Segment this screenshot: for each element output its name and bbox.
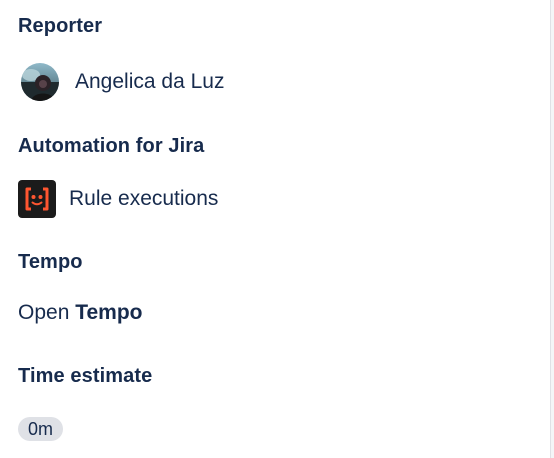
- reporter-user[interactable]: Angelica da Luz: [18, 63, 224, 101]
- time-estimate-heading: Time estimate: [18, 365, 153, 387]
- reporter-name: Angelica da Luz: [75, 70, 225, 93]
- tempo-heading: Tempo: [18, 251, 83, 273]
- open-tempo-prefix: Open: [18, 301, 70, 324]
- time-estimate-field[interactable]: 0m: [18, 417, 64, 441]
- rule-executions-label: Rule executions: [69, 187, 219, 210]
- panel-scrollbar[interactable]: [550, 0, 554, 458]
- time-estimate-value: 0m: [18, 417, 64, 441]
- open-tempo-app: Tempo: [75, 301, 143, 324]
- automation-brackets-icon: [18, 180, 56, 218]
- open-tempo-link[interactable]: Open Tempo: [18, 301, 143, 325]
- open-tempo-text: Open Tempo: [18, 301, 143, 325]
- reporter-heading: Reporter: [18, 15, 103, 37]
- reporter-avatar: [21, 63, 59, 101]
- automation-heading: Automation for Jira: [18, 135, 205, 157]
- rule-executions-link[interactable]: Rule executions: [18, 180, 218, 218]
